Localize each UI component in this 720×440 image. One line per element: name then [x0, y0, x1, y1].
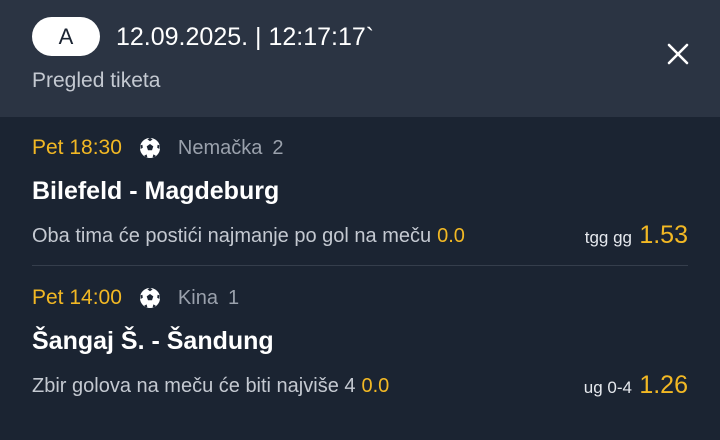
odds-value: 1.26 [639, 371, 688, 399]
match-info-row: Pet 18:30 Nemačka 2 [32, 135, 284, 161]
league-number: 2 [272, 136, 284, 159]
league-number: 1 [227, 286, 240, 309]
bet-row: Oba tima će postići najmanje po gol na m… [32, 221, 688, 251]
bet-row: Zbir golova na meču će biti najviše 4 0.0… [32, 371, 688, 401]
pick-code: tgg gg [584, 228, 632, 247]
market-description: Oba tima će postići najmanje po gol na m… [32, 225, 465, 248]
page-subtitle: Pregled tiketa [32, 69, 161, 92]
odds-value: 1.53 [639, 221, 688, 249]
ticket-datetime: 12.09.2025. | 12:17:17` [116, 23, 375, 51]
market-label: Zbir golova na meču će biti najviše 4 [32, 375, 356, 397]
match-time: Pet 18:30 [32, 136, 122, 159]
close-icon[interactable] [664, 40, 692, 68]
market-description: Zbir golova na meču će biti najviše 4 0.0 [32, 375, 389, 398]
match-teams: Bilefeld - Magdeburg [32, 177, 280, 205]
pick-code: ug 0-4 [583, 378, 632, 397]
market-value: 0.0 [437, 225, 465, 247]
match-info-row: Pet 14:00 Kina 1 [32, 285, 239, 311]
market-label: Oba tima će postići najmanje po gol na m… [32, 225, 432, 247]
league-name: Kina [177, 286, 218, 309]
match-teams: Šangaj Š. - Šandung [32, 327, 274, 355]
soccer-ball-icon [138, 136, 162, 160]
ticket-type-badge: A [32, 17, 100, 56]
soccer-ball-icon [138, 286, 162, 310]
league-name: Nemačka [177, 136, 263, 159]
ticket-header: A 12.09.2025. | 12:17:17` Pregled tiketa [0, 0, 720, 117]
divider [32, 265, 688, 266]
match-time: Pet 14:00 [32, 286, 122, 309]
market-value: 0.0 [361, 375, 390, 397]
